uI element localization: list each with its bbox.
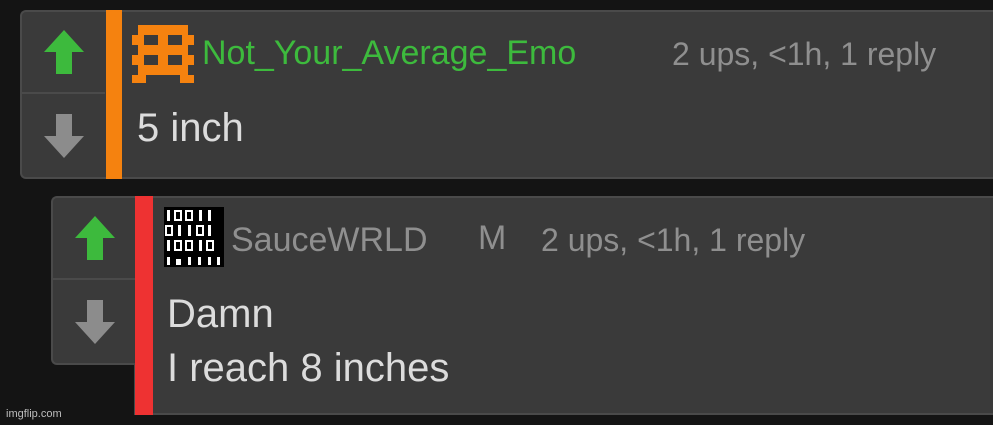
comment-depth-bar bbox=[106, 10, 122, 179]
comment-username[interactable]: SauceWRLD bbox=[231, 221, 428, 260]
moderator-badge: M bbox=[478, 219, 507, 257]
comment-body-line: 5 inch bbox=[137, 106, 244, 150]
watermark: imgflip.com bbox=[6, 408, 62, 420]
up-arrow-icon bbox=[43, 30, 84, 74]
down-arrow-icon bbox=[43, 114, 84, 158]
comment-body: Damn I reach 8 inches bbox=[167, 287, 449, 395]
comment-username[interactable]: Not_Your_Average_Emo bbox=[202, 34, 576, 73]
comment-body: 5 inch bbox=[137, 101, 244, 155]
downvote-button[interactable] bbox=[22, 95, 105, 177]
upvote-button[interactable] bbox=[22, 12, 105, 94]
vote-column bbox=[53, 198, 136, 363]
comment-body-line: Damn bbox=[167, 292, 274, 336]
comment-body-line: I reach 8 inches bbox=[167, 346, 450, 390]
down-arrow-icon bbox=[74, 300, 115, 344]
up-arrow-icon bbox=[74, 216, 115, 260]
vote-column bbox=[22, 12, 105, 177]
orange-pixel-avatar-icon[interactable] bbox=[132, 21, 194, 83]
comment-meta: 2 ups, <1h, 1 reply bbox=[672, 36, 937, 72]
upvote-button[interactable] bbox=[53, 198, 136, 280]
downvote-button[interactable] bbox=[53, 281, 136, 363]
comment-meta: 2 ups, <1h, 1 reply bbox=[541, 222, 806, 258]
binary-avatar-icon[interactable] bbox=[164, 207, 224, 267]
comment-depth-bar bbox=[135, 196, 153, 415]
comment-card: Not_Your_Average_Emo 2 ups, <1h, 1 reply… bbox=[20, 10, 993, 179]
